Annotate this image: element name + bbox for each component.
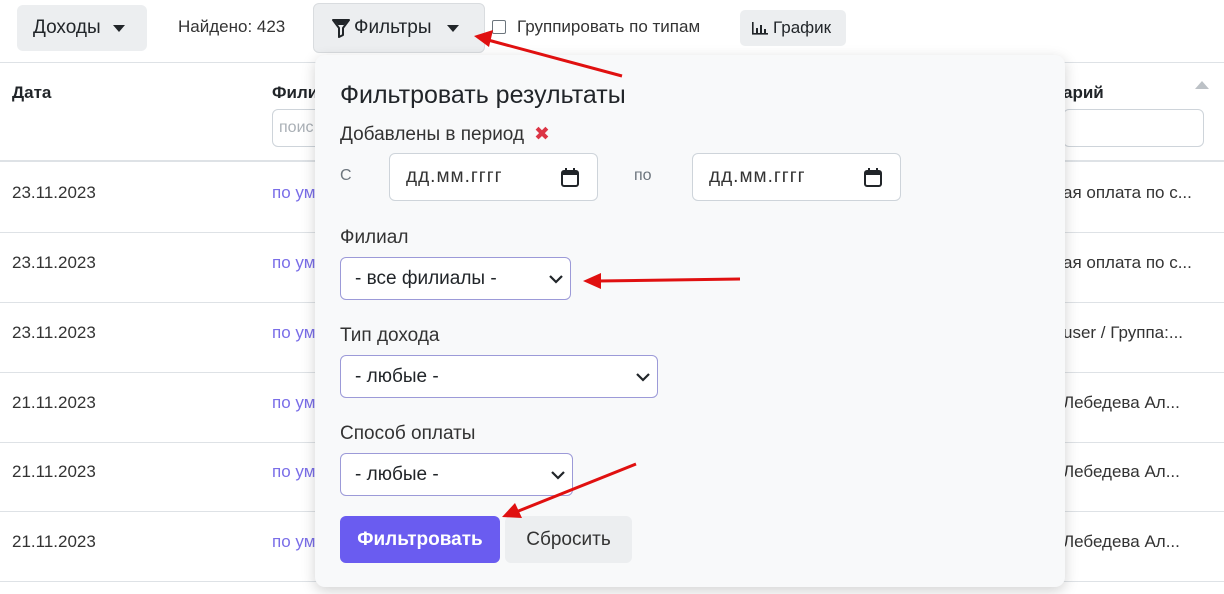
row-comment: Лебедева Ал... [1063, 393, 1180, 412]
comment-search-input[interactable] [1063, 109, 1204, 147]
clear-period-icon[interactable]: ✖ [534, 123, 550, 146]
branch-label: Филиал [340, 227, 409, 248]
row-comment: ая оплата по с... [1063, 183, 1192, 202]
income-dropdown-label: Доходы [33, 17, 101, 38]
group-by-types-checkbox[interactable] [492, 20, 506, 34]
chevron-down-icon [549, 275, 563, 284]
row-comment: Лебедева Ал... [1063, 462, 1180, 481]
branch-select[interactable]: - все филиалы - [340, 257, 571, 300]
period-filter-header: Добавлены в период ✖ [340, 123, 550, 146]
calendar-icon[interactable] [864, 168, 882, 187]
filters-button[interactable]: Фильтры [313, 3, 485, 53]
row-comment: user / Группа:... [1063, 323, 1184, 342]
column-header-date[interactable]: Дата [12, 83, 51, 103]
group-by-types-toggle[interactable]: Группировать по типам [492, 17, 700, 37]
filter-panel: Фильтровать результаты Добавлены в перио… [315, 55, 1065, 587]
payment-method-select[interactable]: - любые - [340, 453, 573, 496]
date-from-placeholder: дд.мм.гггг [406, 166, 503, 187]
chart-button[interactable]: График [740, 10, 846, 46]
date-to-input[interactable]: дд.мм.гггг [692, 153, 901, 201]
income-type-label: Тип дохода [340, 325, 440, 346]
filter-panel-title: Фильтровать результаты [340, 81, 626, 109]
chevron-down-icon [636, 373, 650, 382]
payment-method-label: Способ оплаты [340, 423, 476, 444]
row-date: 21.11.2023 [12, 532, 96, 551]
chevron-down-icon [551, 471, 565, 480]
column-header-branch[interactable]: Фили [272, 83, 318, 103]
found-count: Найдено: 423 [178, 17, 286, 36]
row-date: 21.11.2023 [12, 462, 96, 481]
caret-down-icon [447, 24, 460, 32]
date-from-input[interactable]: дд.мм.гггг [389, 153, 598, 201]
group-by-types-label: Группировать по типам [517, 17, 701, 36]
income-type-select[interactable]: - любые - [340, 355, 658, 398]
row-date: 23.11.2023 [12, 253, 96, 272]
row-comment: Лебедева Ал... [1063, 532, 1180, 551]
income-dropdown-button[interactable]: Доходы [17, 5, 147, 51]
row-date: 21.11.2023 [12, 393, 96, 412]
bar-chart-icon [752, 22, 768, 35]
calendar-icon[interactable] [561, 168, 579, 187]
row-date: 23.11.2023 [12, 323, 96, 342]
apply-filter-button[interactable]: Фильтровать [340, 516, 500, 563]
row-date: 23.11.2023 [12, 183, 96, 202]
row-comment: ая оплата по с... [1063, 253, 1192, 272]
chart-button-label: График [773, 18, 832, 37]
payment-method-select-value: - любые - [355, 463, 439, 485]
date-to-placeholder: дд.мм.гггг [709, 166, 806, 187]
income-type-select-value: - любые - [355, 365, 439, 387]
caret-down-icon [112, 24, 125, 32]
filters-button-label: Фильтры [354, 17, 432, 38]
to-label: по [634, 167, 652, 184]
reset-filter-button[interactable]: Сбросить [505, 516, 632, 563]
funnel-icon [332, 19, 350, 38]
period-label: Добавлены в период [340, 123, 525, 145]
column-header-comment[interactable]: арий [1063, 83, 1104, 103]
sort-up-icon[interactable] [1195, 81, 1209, 89]
branch-select-value: - все филиалы - [355, 267, 497, 289]
from-label: С [340, 167, 352, 184]
toolbar: Доходы Найдено: 423 Фильтры Группировать… [0, 0, 1224, 62]
